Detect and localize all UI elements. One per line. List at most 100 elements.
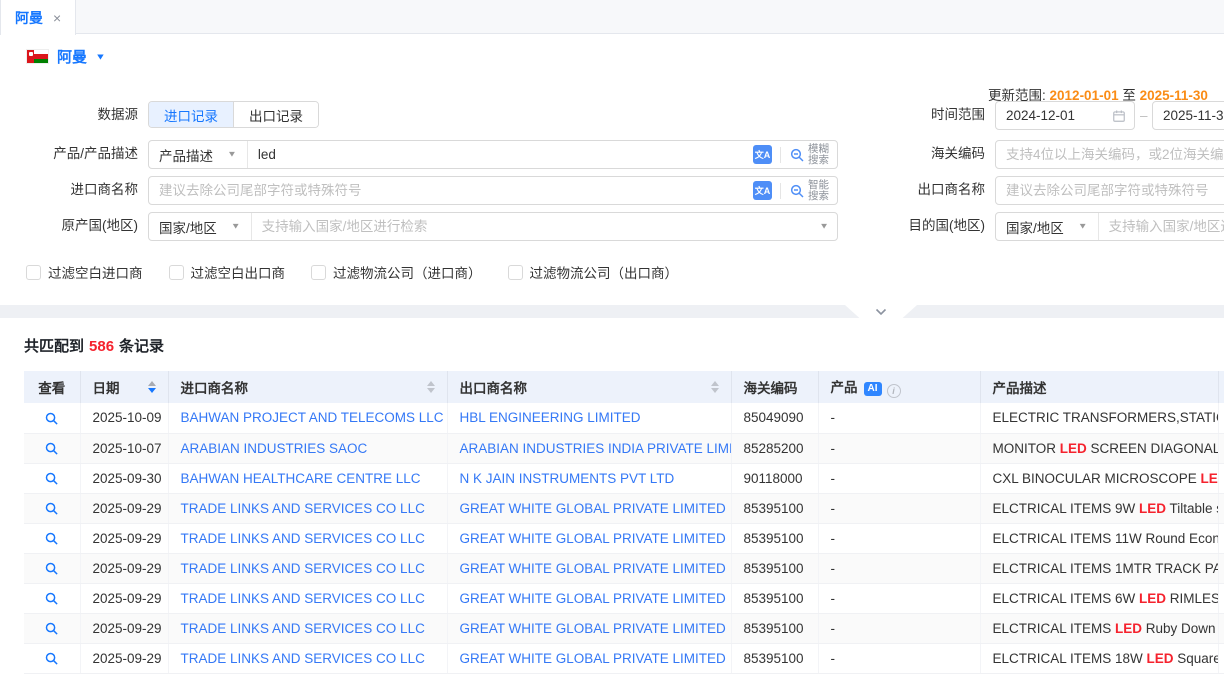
- importer-input-group: 文A 智能搜索: [148, 176, 838, 205]
- header-view: 查看: [24, 371, 80, 403]
- exporter-cell: GREAT WHITE GLOBAL PRIVATE LIMITED: [447, 523, 731, 553]
- datasource-label: 数据源: [0, 101, 138, 129]
- end-date-input[interactable]: 2025-11-30: [1152, 101, 1224, 130]
- header-importer: 进口商名称: [168, 371, 447, 403]
- destination-country-input[interactable]: [1099, 213, 1224, 240]
- exporter-name-input[interactable]: [996, 177, 1224, 204]
- sort-date[interactable]: [148, 381, 156, 393]
- sort-importer[interactable]: [427, 381, 435, 393]
- exporter-link[interactable]: GREAT WHITE GLOBAL PRIVATE LIMITED: [460, 621, 726, 636]
- tab-export-records[interactable]: 出口记录: [233, 102, 318, 127]
- view-record-icon[interactable]: [24, 403, 80, 433]
- tab-bar: 阿曼 ×: [0, 0, 1224, 34]
- description-cell: ELCTRICAL ITEMS 1MTR TRACK PATT...: [980, 553, 1218, 583]
- checkbox[interactable]: [169, 265, 184, 280]
- search-icon: [789, 147, 805, 163]
- filter-logistics-exporter[interactable]: 过滤物流公司（出口商）: [508, 262, 679, 282]
- product-type-select[interactable]: 产品描述▼: [149, 141, 248, 168]
- view-record-icon[interactable]: [24, 463, 80, 493]
- filter-blank-exporter[interactable]: 过滤空白出口商: [169, 262, 286, 282]
- exporter-label: 出口商名称: [845, 176, 985, 204]
- close-icon[interactable]: ×: [53, 10, 61, 26]
- sliver-cell: [1218, 403, 1224, 433]
- exporter-link[interactable]: GREAT WHITE GLOBAL PRIVATE LIMITED: [460, 501, 726, 516]
- product-cell: -: [818, 553, 980, 583]
- sort-exporter[interactable]: [711, 381, 719, 393]
- sliver-cell: [1218, 613, 1224, 643]
- view-record-icon[interactable]: [24, 613, 80, 643]
- exporter-cell: GREAT WHITE GLOBAL PRIVATE LIMITED: [447, 553, 731, 583]
- exporter-cell: GREAT WHITE GLOBAL PRIVATE LIMITED: [447, 493, 731, 523]
- product-cell: -: [818, 523, 980, 553]
- start-date-input[interactable]: 2024-12-01: [995, 101, 1135, 130]
- sliver-cell: [1218, 493, 1224, 523]
- date-cell: 2025-09-29: [80, 493, 168, 523]
- importer-link[interactable]: TRADE LINKS AND SERVICES CO LLC: [181, 651, 425, 666]
- importer-link[interactable]: BAHWAN PROJECT AND TELECOMS LLC: [181, 410, 444, 425]
- view-record-icon[interactable]: [24, 493, 80, 523]
- importer-cell: TRADE LINKS AND SERVICES CO LLC: [168, 523, 447, 553]
- chevron-down-icon: [875, 308, 887, 316]
- checkbox[interactable]: [26, 265, 41, 280]
- hs-code-input[interactable]: [996, 141, 1224, 168]
- table-row: 2025-09-29TRADE LINKS AND SERVICES CO LL…: [24, 643, 1224, 673]
- tab-oman[interactable]: 阿曼 ×: [0, 0, 76, 35]
- checkbox[interactable]: [311, 265, 326, 280]
- origin-country-input[interactable]: [252, 213, 819, 240]
- importer-cell: BAHWAN HEALTHCARE CENTRE LLC: [168, 463, 447, 493]
- fuzzy-search-button[interactable]: 模糊搜索: [789, 144, 829, 166]
- view-record-icon[interactable]: [24, 433, 80, 463]
- chevron-down-icon: ▼: [95, 52, 106, 62]
- importer-name-input[interactable]: [149, 177, 753, 204]
- destination-group: 国家/地区▼: [995, 212, 1224, 241]
- country-selector[interactable]: 阿曼 ▼: [26, 46, 106, 67]
- view-record-icon[interactable]: [24, 583, 80, 613]
- exporter-link[interactable]: N K JAIN INSTRUMENTS PVT LTD: [460, 471, 675, 486]
- view-record-icon[interactable]: [24, 523, 80, 553]
- exporter-link[interactable]: HBL ENGINEERING LIMITED: [460, 410, 641, 425]
- filter-blank-importer[interactable]: 过滤空白进口商: [26, 262, 143, 282]
- table-row: 2025-09-29 TRADE LINKS AND SERVICES CO LL…: [24, 493, 1224, 523]
- destination-country-select[interactable]: 国家/地区▼: [996, 213, 1099, 240]
- exporter-cell: GREAT WHITE GLOBAL PRIVATE LIMITED: [447, 613, 731, 643]
- importer-link[interactable]: TRADE LINKS AND SERVICES CO LLC: [181, 561, 425, 576]
- exporter-link[interactable]: GREAT WHITE GLOBAL PRIVATE LIMITED: [460, 591, 726, 606]
- product-input-group: 产品描述▼ 文A 模糊搜索: [148, 140, 838, 169]
- exporter-link[interactable]: GREAT WHITE GLOBAL PRIVATE LIMITED: [460, 651, 726, 666]
- table-body: 2025-10-09BAHWAN PROJECT AND TELECOMS LL…: [24, 403, 1224, 673]
- records-table: 查看 日期 进口商名称 出口商名称 海关编码 产品AIi 产品描述 2025-1…: [24, 371, 1224, 674]
- chevron-down-icon: ▼: [1078, 222, 1088, 231]
- oman-flag-icon: [26, 49, 49, 64]
- hs-code-cell: 85395100: [731, 553, 818, 583]
- table-row: 2025-10-09BAHWAN PROJECT AND TELECOMS LL…: [24, 403, 1224, 433]
- description-cell: ELCTRICAL ITEMS 6W LED RIMLESS ...: [980, 583, 1218, 613]
- product-search-input[interactable]: [248, 141, 753, 168]
- importer-link[interactable]: ARABIAN INDUSTRIES SAOC: [181, 441, 368, 456]
- product-label: 产品/产品描述: [0, 140, 138, 168]
- smart-search-button[interactable]: 智能搜索: [789, 180, 829, 202]
- checkbox[interactable]: [508, 265, 523, 280]
- importer-link[interactable]: TRADE LINKS AND SERVICES CO LLC: [181, 501, 425, 516]
- info-icon[interactable]: i: [887, 384, 901, 398]
- exporter-link[interactable]: GREAT WHITE GLOBAL PRIVATE LIMITED: [460, 531, 726, 546]
- filter-logistics-importer[interactable]: 过滤物流公司（进口商）: [311, 262, 482, 282]
- view-record-icon[interactable]: [24, 553, 80, 583]
- tab-import-records[interactable]: 进口记录: [149, 102, 233, 127]
- exporter-link[interactable]: GREAT WHITE GLOBAL PRIVATE LIMITED: [460, 561, 726, 576]
- view-record-icon[interactable]: [24, 643, 80, 673]
- importer-cell: TRADE LINKS AND SERVICES CO LLC: [168, 583, 447, 613]
- hs-code-cell: 85285200: [731, 433, 818, 463]
- importer-link[interactable]: BAHWAN HEALTHCARE CENTRE LLC: [181, 471, 421, 486]
- translate-icon[interactable]: 文A: [753, 145, 772, 164]
- origin-country-select[interactable]: 国家/地区▼: [149, 213, 252, 240]
- date-cell: 2025-09-29: [80, 583, 168, 613]
- exporter-cell: HBL ENGINEERING LIMITED: [447, 403, 731, 433]
- importer-link[interactable]: TRADE LINKS AND SERVICES CO LLC: [181, 531, 425, 546]
- hs-code-cell: 85395100: [731, 643, 818, 673]
- translate-icon[interactable]: 文A: [753, 181, 772, 200]
- importer-link[interactable]: TRADE LINKS AND SERVICES CO LLC: [181, 621, 425, 636]
- hs-code-cell: 85049090: [731, 403, 818, 433]
- exporter-link[interactable]: ARABIAN INDUSTRIES INDIA PRIVATE LIMIT..…: [460, 441, 732, 456]
- importer-link[interactable]: TRADE LINKS AND SERVICES CO LLC: [181, 591, 425, 606]
- filter-checkbox-row: 过滤空白进口商 过滤空白出口商 过滤物流公司（进口商） 过滤物流公司（出口商）: [26, 262, 678, 282]
